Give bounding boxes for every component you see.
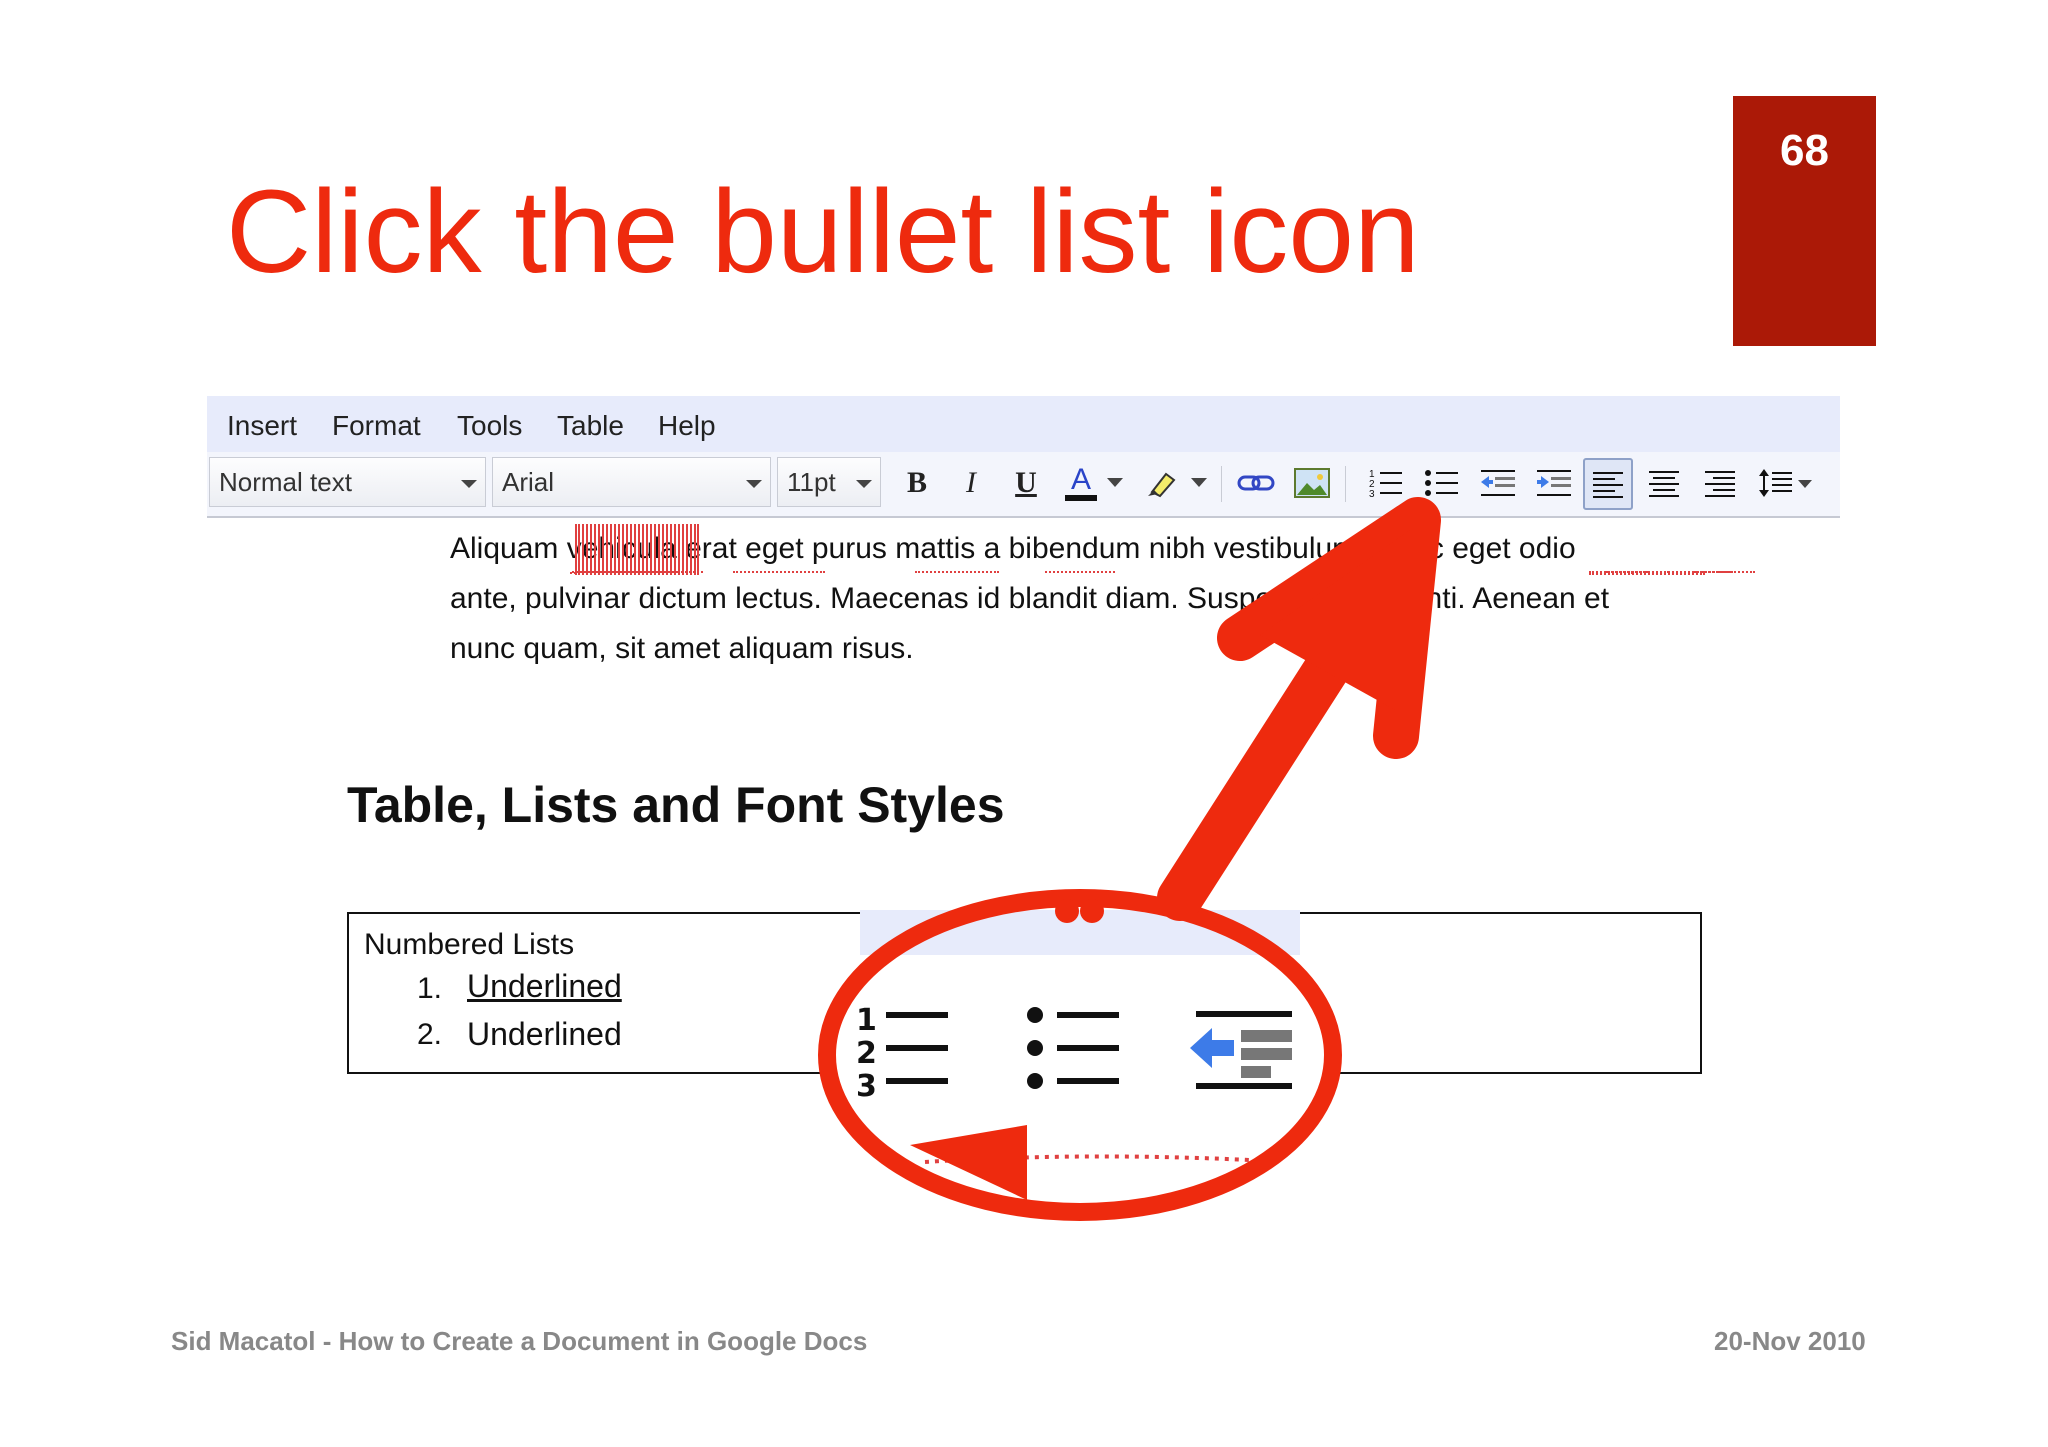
annotation-overlay: 1 2 3 — [818, 497, 1441, 1221]
pointer-arrow — [1157, 497, 1441, 921]
svg-text:1: 1 — [856, 1003, 877, 1038]
svg-text:2: 2 — [856, 1036, 877, 1071]
footer-author: Sid Macatol - How to Create a Document i… — [171, 1326, 868, 1356]
svg-text:3: 3 — [856, 1069, 877, 1104]
callout-magnifier: 1 2 3 — [818, 889, 1342, 1221]
footer-date: 20-Nov 2010 — [1714, 1326, 1866, 1356]
